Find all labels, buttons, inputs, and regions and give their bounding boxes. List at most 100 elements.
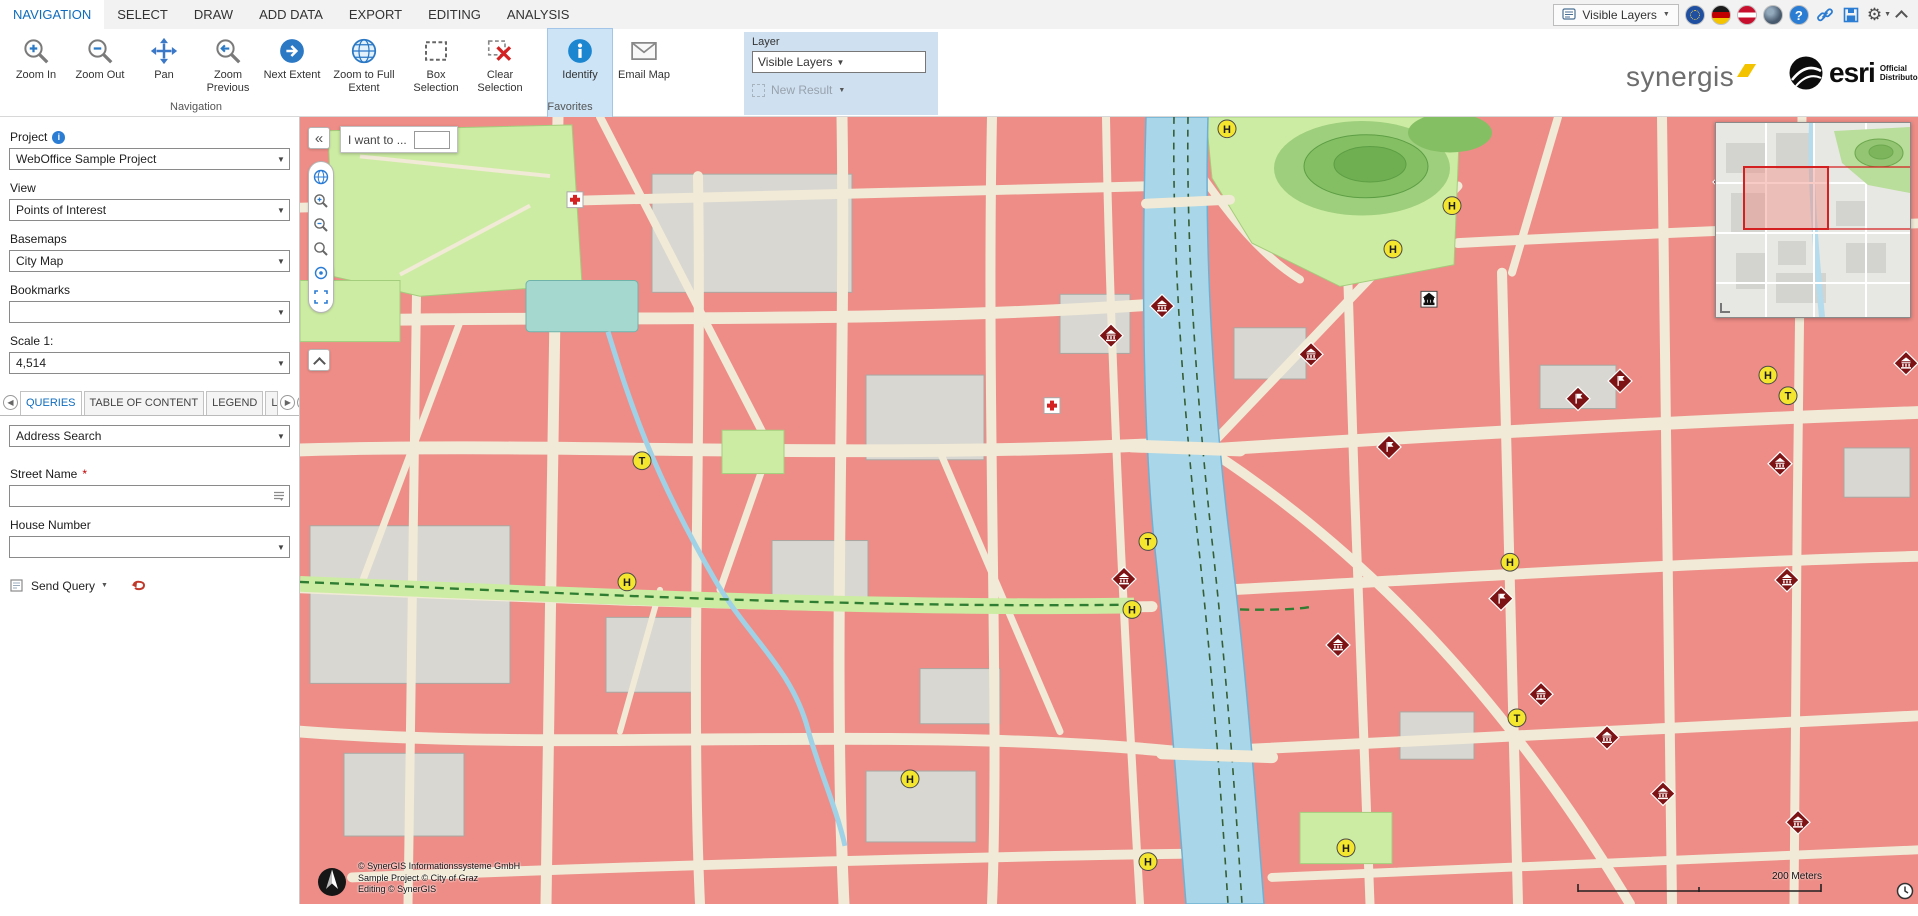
svg-text:H: H <box>1342 843 1350 855</box>
bookmarks-select[interactable]: ▼ <box>9 301 290 323</box>
query-type-select[interactable]: Address Search ▼ <box>9 425 290 447</box>
marker-tram[interactable]: T <box>1139 533 1157 551</box>
send-query-button[interactable]: Send Query <box>31 579 95 593</box>
sidebar-collapse-button[interactable]: « <box>308 127 330 149</box>
input-list-icon[interactable] <box>272 489 286 503</box>
overview-globe-button[interactable] <box>311 167 331 187</box>
scale-select[interactable]: 4,514 ▼ <box>9 352 290 374</box>
basemaps-label: Basemaps <box>10 232 289 246</box>
i-want-to-input[interactable] <box>414 131 450 149</box>
eu-flag-icon[interactable] <box>1685 5 1705 25</box>
map-center-button[interactable] <box>311 263 331 283</box>
settings-gear-button[interactable]: ⚙ ▼ <box>1867 6 1891 23</box>
chevron-down-icon: ▼ <box>273 308 289 317</box>
visible-layers-button[interactable]: Visible Layers ▼ <box>1553 4 1678 26</box>
send-query-row: Send Query ▼ <box>10 578 289 593</box>
clock-icon[interactable] <box>1896 882 1914 900</box>
street-name-input[interactable] <box>9 485 290 507</box>
group-label-navigation: Navigation <box>146 101 246 113</box>
map-zoom-out-button[interactable] <box>311 215 331 235</box>
austria-flag-icon[interactable] <box>1737 5 1757 25</box>
tabs-scroll-right-button[interactable]: ▶ <box>280 395 295 410</box>
map-zoom-in-button[interactable] <box>311 191 331 211</box>
chevron-down-icon: ▼ <box>273 543 289 552</box>
map-view[interactable]: HHHHHHHHHHTTTT « I want to ... <box>300 117 1918 904</box>
box-selection-button[interactable]: Box Selection <box>404 29 468 117</box>
map-zoom-window-button[interactable] <box>311 239 331 259</box>
marker-hotel[interactable]: H <box>618 573 636 591</box>
marker-tram[interactable]: T <box>1508 709 1526 727</box>
group-label-favorites: Favorites <box>520 101 620 113</box>
menubar-right-cluster: Visible Layers ▼ ⚙ ▼ <box>1553 0 1918 29</box>
house-number-select[interactable]: ▼ <box>9 536 290 558</box>
marker-hotel[interactable]: H <box>1139 853 1157 871</box>
project-label: Project i <box>10 130 289 144</box>
info-icon[interactable]: i <box>52 131 65 144</box>
i-want-to-box[interactable]: I want to ... <box>340 126 458 153</box>
tab-queries[interactable]: QUERIES <box>20 391 82 415</box>
language-globe-icon[interactable] <box>1763 5 1783 25</box>
marker-cross[interactable] <box>567 192 583 208</box>
marker-hotel[interactable]: H <box>901 770 919 788</box>
save-icon[interactable] <box>1841 5 1861 25</box>
view-select[interactable]: Points of Interest ▼ <box>9 199 290 221</box>
north-arrow[interactable] <box>316 866 348 898</box>
tabs-add-button[interactable]: + <box>297 395 299 410</box>
chevron-down-icon: ▼ <box>1663 11 1670 18</box>
chevron-down-icon: ▼ <box>101 582 108 589</box>
marker-hotel[interactable]: H <box>1337 839 1355 857</box>
marker-hotel[interactable]: H <box>1443 197 1461 215</box>
svg-text:H: H <box>1506 557 1514 569</box>
map-full-extent-button[interactable] <box>311 287 331 307</box>
chevron-down-icon: ▼ <box>273 359 289 368</box>
synergis-logo: synergis <box>1626 61 1752 93</box>
menu-tab-export[interactable]: EXPORT <box>336 0 415 29</box>
zoom-in-button[interactable]: Zoom In <box>4 29 68 117</box>
esri-tagline: Official Distributor <box>1880 64 1918 82</box>
marker-tram[interactable]: T <box>633 452 651 470</box>
tab-clipped[interactable]: L <box>265 391 278 415</box>
tabs-scroll-left-button[interactable]: ◀ <box>3 395 18 410</box>
layer-panel: Layer Visible Layers ▼ New Result ▼ <box>744 32 938 115</box>
chevron-down-icon: ▼ <box>838 87 845 94</box>
marker-theater[interactable] <box>1421 291 1437 307</box>
map-tools-collapse-button[interactable] <box>308 349 330 371</box>
marker-hotel[interactable]: H <box>1384 240 1402 258</box>
zoom-in-icon <box>21 36 51 66</box>
basemaps-select[interactable]: City Map ▼ <box>9 250 290 272</box>
tab-table-of-content[interactable]: TABLE OF CONTENT <box>84 391 205 415</box>
germany-flag-icon[interactable] <box>1711 5 1731 25</box>
email-map-button[interactable]: Email Map <box>612 29 676 117</box>
street-name-field[interactable] <box>13 487 272 505</box>
marker-hotel[interactable]: H <box>1123 601 1141 619</box>
map-canvas[interactable]: HHHHHHHHHHTTTT <box>300 117 1918 904</box>
house-number-label: House Number <box>10 518 289 532</box>
layer-select[interactable]: Visible Layers ▼ <box>752 51 926 73</box>
chevron-down-icon: ▼ <box>273 257 289 266</box>
reset-query-button[interactable] <box>130 578 148 593</box>
menu-tab-editing[interactable]: EDITING <box>415 0 494 29</box>
tab-legend[interactable]: LEGEND <box>206 391 263 415</box>
next-extent-button[interactable]: Next Extent <box>260 29 324 117</box>
menu-tab-navigation[interactable]: NAVIGATION <box>0 0 104 29</box>
overview-map-canvas <box>1716 123 1910 317</box>
menu-tab-add-data[interactable]: ADD DATA <box>246 0 336 29</box>
overview-map[interactable] <box>1715 122 1911 318</box>
menu-tab-draw[interactable]: DRAW <box>181 0 246 29</box>
marker-cross[interactable] <box>1044 398 1060 414</box>
menu-tab-select[interactable]: SELECT <box>104 0 181 29</box>
zoom-full-extent-button[interactable]: Zoom to Full Extent <box>324 29 404 117</box>
marker-hotel[interactable]: H <box>1759 366 1777 384</box>
menu-tab-analysis[interactable]: ANALYSIS <box>494 0 583 29</box>
zoom-out-button[interactable]: Zoom Out <box>68 29 132 117</box>
project-select[interactable]: WebOffice Sample Project ▼ <box>9 148 290 170</box>
marker-tram[interactable]: T <box>1779 387 1797 405</box>
svg-text:H: H <box>1223 124 1231 136</box>
help-icon[interactable] <box>1789 5 1809 25</box>
weboffice-app: NAVIGATION SELECT DRAW ADD DATA EXPORT E… <box>0 0 1918 916</box>
marker-hotel[interactable]: H <box>1218 120 1236 138</box>
street-name-label: Street Name * <box>10 467 289 481</box>
collapse-ribbon-button[interactable] <box>1895 10 1908 23</box>
marker-hotel[interactable]: H <box>1501 553 1519 571</box>
link-icon[interactable] <box>1815 5 1835 25</box>
